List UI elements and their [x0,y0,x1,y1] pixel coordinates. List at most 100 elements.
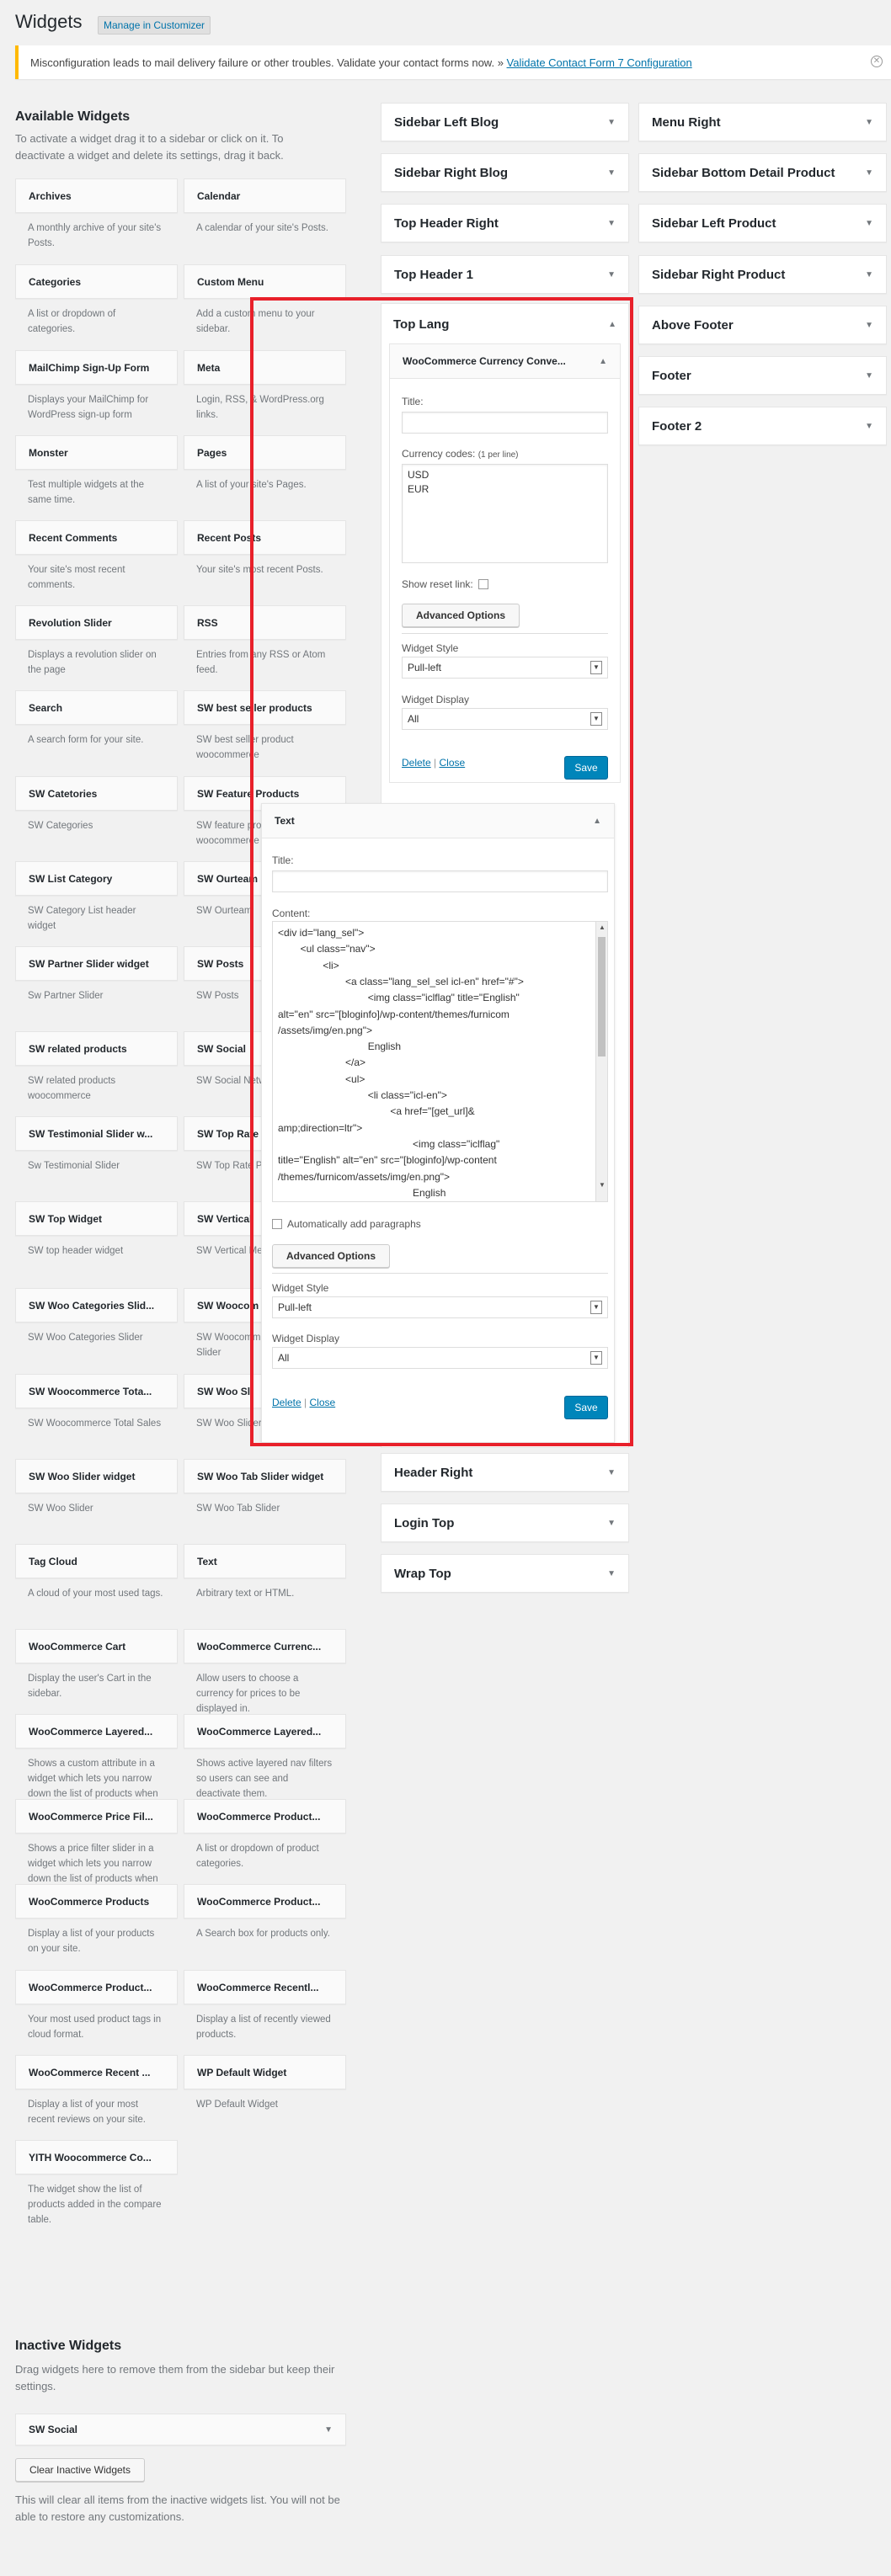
widget-title[interactable]: SW Woocommerce Tota... [15,1374,178,1408]
widget-title[interactable]: WooCommerce Cart [15,1629,178,1663]
sidebar-box[interactable]: Sidebar Left Blog ▼ [381,103,629,141]
chevron-down-icon[interactable]: ▼ [865,219,873,228]
widget-title[interactable]: SW related products [15,1031,178,1066]
widget-title[interactable]: SW Woo Categories Slid... [15,1288,178,1323]
widget-title[interactable]: SW Partner Slider widget [15,946,178,981]
sidebar-box[interactable]: Wrap Top ▼ [381,1554,629,1593]
widget-title[interactable]: SW Testimonial Slider w... [15,1116,178,1151]
widget-title[interactable]: SW Woo Tab Slider widget [184,1459,346,1493]
widget-title[interactable]: WP Default Widget [184,2055,346,2089]
validate-link[interactable]: Validate Contact Form 7 Configuration [507,56,692,69]
sidebar-box[interactable]: Footer 2 ▼ [638,407,887,445]
widget-title[interactable]: Text [184,1544,346,1578]
widget-title[interactable]: WooCommerce Currenc... [184,1629,346,1663]
sidebar-box[interactable]: Sidebar Bottom Detail Product ▼ [638,153,887,192]
sidebar-box[interactable]: Footer ▼ [638,356,887,395]
auto-p-checkbox[interactable] [272,1219,282,1229]
show-reset-checkbox[interactable] [478,579,488,589]
currency-widget-display-select[interactable]: All ▼ [402,708,608,730]
collapse-icon[interactable]: ▲ [599,357,607,366]
currency-delete-link[interactable]: Delete [402,757,431,769]
chevron-down-icon[interactable]: ▼ [607,219,616,228]
widget-title[interactable]: SW List Category [15,861,178,896]
text-widget-title[interactable]: Text ▲ [261,803,615,838]
text-title-input[interactable] [272,870,608,892]
widget-title[interactable]: WooCommerce Layered... [15,1714,178,1748]
widget-title[interactable]: Archives [15,178,178,213]
inactive-sw-social-widget[interactable]: SW Social ▼ [15,2414,346,2446]
widget-title[interactable]: SW Catetories [15,776,178,811]
chevron-down-icon[interactable]: ▼ [865,168,873,178]
chevron-down-icon[interactable]: ▼ [865,270,873,279]
chevron-down-icon[interactable]: ▼ [865,371,873,381]
currency-close-link[interactable]: Close [439,757,465,769]
text-content-textarea[interactable]: <div id="lang_sel"> <ul class="nav"> <li… [272,921,608,1202]
text-widget-style-select[interactable]: Pull-left ▼ [272,1296,608,1318]
widget-title[interactable]: Recent Posts [184,520,346,555]
widget-title[interactable]: SW best seller products [184,690,346,725]
sidebar-box[interactable]: Header Right ▼ [381,1453,629,1492]
chevron-down-icon[interactable]: ▼ [607,118,616,127]
currency-widget-style-select[interactable]: Pull-left ▼ [402,657,608,679]
widget-title[interactable]: WooCommerce Products [15,1884,178,1919]
currency-advanced-options-button[interactable]: Advanced Options [402,604,520,627]
widget-title[interactable]: Custom Menu [184,264,346,299]
widget-title[interactable]: MailChimp Sign-Up Form [15,350,178,385]
currency-title-input[interactable] [402,412,608,434]
widget-title[interactable]: RSS [184,605,346,640]
top-lang-header[interactable]: Top Lang ▲ [381,303,629,345]
widget-title[interactable]: YITH Woocommerce Co... [15,2140,178,2174]
widget-title[interactable]: SW Top Widget [15,1201,178,1236]
currency-codes-textarea[interactable]: USD EUR [402,464,608,563]
widget-title[interactable]: Recent Comments [15,520,178,555]
textarea-scrollbar[interactable]: ▲ ▼ [595,922,607,1201]
sidebar-box[interactable]: Sidebar Left Product ▼ [638,204,887,242]
widget-title[interactable]: Monster [15,435,178,470]
widget-title[interactable]: WooCommerce Recent ... [15,2055,178,2089]
widget-title[interactable]: Search [15,690,178,725]
widget-title[interactable]: Calendar [184,178,346,213]
text-widget-display-select[interactable]: All ▼ [272,1347,608,1369]
sidebar-box[interactable]: Above Footer ▼ [638,306,887,344]
sidebar-name: Sidebar Right Blog [394,165,508,180]
text-save-button[interactable]: Save [564,1396,608,1419]
chevron-down-icon[interactable]: ▼ [607,270,616,279]
widget-title[interactable]: Pages [184,435,346,470]
chevron-down-icon[interactable]: ▼ [865,321,873,330]
widget-title[interactable]: Categories [15,264,178,299]
widget-title[interactable]: SW Woo Slider widget [15,1459,178,1493]
sidebar-box[interactable]: Menu Right ▼ [638,103,887,141]
chevron-down-icon[interactable]: ▼ [865,422,873,431]
widget-title[interactable]: WooCommerce Product... [15,1970,178,2004]
text-advanced-options-button[interactable]: Advanced Options [272,1244,390,1268]
currency-widget-title[interactable]: WooCommerce Currency Conve... ▲ [389,343,621,379]
chevron-down-icon[interactable]: ▼ [607,168,616,178]
clear-inactive-widgets-button[interactable]: Clear Inactive Widgets [15,2458,145,2482]
sidebar-box[interactable]: Top Header Right ▼ [381,204,629,242]
sidebar-box[interactable]: Sidebar Right Blog ▼ [381,153,629,192]
widget-title[interactable]: WooCommerce Price Fil... [15,1799,178,1834]
widget-title[interactable]: WooCommerce Product... [184,1884,346,1919]
text-close-link[interactable]: Close [309,1397,335,1408]
widget-title[interactable]: WooCommerce Product... [184,1799,346,1834]
widget-title[interactable]: WooCommerce Recentl... [184,1970,346,2004]
sidebar-box[interactable]: Login Top ▼ [381,1504,629,1542]
manage-in-customizer-button[interactable]: Manage in Customizer [98,16,211,35]
sidebar-box[interactable]: Top Header 1 ▼ [381,255,629,294]
chevron-down-icon[interactable]: ▼ [607,1468,616,1477]
widget-title[interactable]: Revolution Slider [15,605,178,640]
currency-save-button[interactable]: Save [564,756,608,780]
sidebar-name: Sidebar Left Blog [394,114,499,130]
collapse-icon[interactable]: ▲ [593,817,601,826]
chevron-down-icon[interactable]: ▼ [607,1519,616,1528]
dismiss-icon[interactable]: ✕ [871,56,883,67]
widget-title[interactable]: WooCommerce Layered... [184,1714,346,1748]
widget-title[interactable]: Meta [184,350,346,385]
chevron-down-icon[interactable]: ▼ [865,118,873,127]
sidebar-box[interactable]: Sidebar Right Product ▼ [638,255,887,294]
chevron-down-icon[interactable]: ▼ [607,1569,616,1578]
widget-description: SW Woo Slider [28,1504,93,1514]
widget-title[interactable]: Tag Cloud [15,1544,178,1578]
collapse-icon[interactable]: ▲ [608,320,616,329]
text-delete-link[interactable]: Delete [272,1397,301,1408]
